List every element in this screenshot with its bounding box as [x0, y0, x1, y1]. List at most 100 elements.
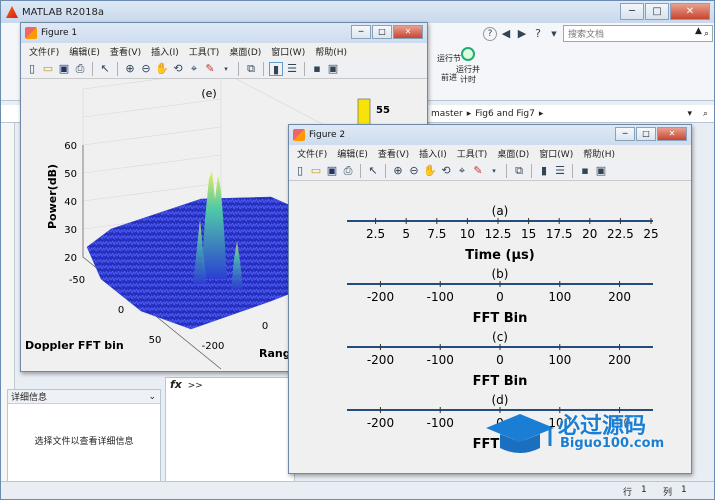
close-button[interactable]: ✕	[670, 3, 710, 20]
figure1-menu-item[interactable]: 窗口(W)	[271, 45, 305, 58]
tick-label: -100	[427, 353, 454, 367]
search-docs-label: 搜索文档	[568, 30, 605, 40]
dropdown-icon[interactable]: ▼	[547, 27, 561, 41]
figure1-titlebar[interactable]: Figure 1 ─ □ ✕	[21, 23, 427, 43]
help-dropdown-icon[interactable]: ?	[531, 27, 545, 41]
status-col-label: 列	[663, 488, 673, 498]
pointer-icon[interactable]: ↖	[98, 62, 112, 76]
subplot-title: (c)	[492, 330, 508, 344]
run-time-icon	[461, 47, 475, 61]
figure1-menu-item[interactable]: 编辑(E)	[69, 45, 100, 58]
hide-plot-tools-icon[interactable]: ▪	[310, 62, 324, 76]
figure2-menu-item[interactable]: 帮助(H)	[583, 147, 615, 160]
print-icon[interactable]: ⎙	[73, 62, 87, 76]
back-icon[interactable]: ◀	[499, 27, 513, 41]
brush-dropdown-icon[interactable]: ▾	[219, 62, 233, 76]
zoom-out-icon[interactable]: ⊖	[139, 62, 153, 76]
path-part1[interactable]: master	[431, 109, 463, 119]
pointer-icon[interactable]: ↖	[366, 164, 380, 178]
help-icon[interactable]: ?	[483, 26, 497, 41]
tick-label: 200	[608, 290, 631, 304]
status-col: 1	[681, 485, 687, 495]
subplot-title: (b)	[492, 267, 509, 281]
figure2-titlebar[interactable]: Figure 2 ─ □ ✕	[289, 125, 691, 145]
save-icon[interactable]: ▣	[325, 164, 339, 178]
path-search-icon[interactable]: ⌕	[703, 109, 708, 119]
figure2-menu-item[interactable]: 插入(I)	[419, 147, 447, 160]
ribbon-expand-icon[interactable]: ▲	[695, 26, 702, 36]
figure1-menu-item[interactable]: 插入(I)	[151, 45, 179, 58]
figure1-ylabel: Doppler FFT bin	[25, 339, 124, 352]
command-window[interactable]: fx >>	[165, 377, 295, 497]
data-cursor-icon[interactable]: ⌖	[455, 164, 469, 178]
legend-icon[interactable]: ☰	[553, 164, 567, 178]
link-plot-icon[interactable]: ⧉	[512, 164, 526, 178]
zoom-in-icon[interactable]: ⊕	[123, 62, 137, 76]
figure2-minimize-button[interactable]: ─	[615, 127, 635, 141]
tick-label: -200	[367, 353, 394, 367]
open-file-icon[interactable]: ▭	[309, 164, 323, 178]
tick-label: 10	[460, 227, 475, 241]
figure1-maximize-button[interactable]: □	[372, 25, 392, 39]
figure2-maximize-button[interactable]: □	[636, 127, 656, 141]
new-figure-icon[interactable]: ▯	[25, 62, 39, 76]
zoom-in-icon[interactable]: ⊕	[391, 164, 405, 178]
brush-icon[interactable]: ✎	[471, 164, 485, 178]
path-part2[interactable]: Fig6 and Fig7	[475, 109, 535, 119]
pan-icon[interactable]: ✋	[423, 164, 437, 178]
hide-plot-tools-icon[interactable]: ▪	[578, 164, 592, 178]
search-docs-input[interactable]: 搜索文档 ⌕	[563, 25, 713, 42]
figure1-minimize-button[interactable]: ─	[351, 25, 371, 39]
figure2-menu-item[interactable]: 查看(V)	[378, 147, 409, 160]
subplot[interactable]: (a) 2.5 5 7.5 10 12.5 15 17.5 20 22.5 25 Time (μs)	[347, 204, 659, 263]
figure2-menu-item[interactable]: 桌面(D)	[497, 147, 529, 160]
maximize-button[interactable]: □	[645, 3, 669, 20]
subplot[interactable]: (c) -200 -100 0 100 200 FFT Bin	[347, 330, 653, 389]
xtick: -200	[202, 341, 225, 352]
colorbar-icon[interactable]: ▮	[269, 61, 283, 76]
figure1-menu-item[interactable]: 工具(T)	[189, 45, 220, 58]
colorbar-icon[interactable]: ▮	[537, 164, 551, 178]
tick-label: 12.5	[485, 227, 512, 241]
pan-icon[interactable]: ✋	[155, 62, 169, 76]
details-collapse-icon[interactable]: ⌄	[148, 392, 156, 402]
zoom-out-icon[interactable]: ⊖	[407, 164, 421, 178]
figure1-title: Figure 1	[41, 28, 78, 38]
print-icon[interactable]: ⎙	[341, 164, 355, 178]
tick-label: 2.5	[366, 227, 385, 241]
figure1-plot-title: (e)	[201, 87, 216, 100]
figure2-menu-item[interactable]: 窗口(W)	[539, 147, 573, 160]
figure2-close-button[interactable]: ✕	[657, 127, 687, 141]
rotate-icon[interactable]: ⟲	[439, 164, 453, 178]
matlab-titlebar: MATLAB R2018a ─ □ ✕	[1, 1, 714, 23]
figure2-menu-item[interactable]: 编辑(E)	[337, 147, 368, 160]
figure1-menu-item[interactable]: 文件(F)	[29, 45, 59, 58]
subplot-xlabel: FFT Bin	[473, 311, 528, 326]
status-row-label: 行	[623, 488, 633, 498]
new-figure-icon[interactable]: ▯	[293, 164, 307, 178]
figure2-menu-item[interactable]: 文件(F)	[297, 147, 327, 160]
subplot[interactable]: (b) -200 -100 0 100 200 FFT Bin	[347, 267, 653, 326]
figure1-menu-item[interactable]: 帮助(H)	[315, 45, 347, 58]
colorbar-tick: 55	[376, 105, 390, 116]
brush-dropdown-icon[interactable]: ▾	[487, 164, 501, 178]
figure1-close-button[interactable]: ✕	[393, 25, 423, 39]
show-plot-tools-icon[interactable]: ▣	[594, 164, 608, 178]
tick-label: -200	[367, 416, 394, 430]
figure2-menu-item[interactable]: 工具(T)	[457, 147, 488, 160]
figure1-menu-item[interactable]: 查看(V)	[110, 45, 141, 58]
run-and-time-button[interactable]: 运行并 计时	[453, 47, 483, 85]
legend-icon[interactable]: ☰	[285, 62, 299, 76]
show-plot-tools-icon[interactable]: ▣	[326, 62, 340, 76]
path-dropdown-icon[interactable]: ▾	[687, 109, 692, 119]
figure1-menu-item[interactable]: 桌面(D)	[229, 45, 261, 58]
save-icon[interactable]: ▣	[57, 62, 71, 76]
open-file-icon[interactable]: ▭	[41, 62, 55, 76]
rotate-icon[interactable]: ⟲	[171, 62, 185, 76]
brush-icon[interactable]: ✎	[203, 62, 217, 76]
data-cursor-icon[interactable]: ⌖	[187, 62, 201, 76]
forward-icon[interactable]: ▶	[515, 27, 529, 41]
ztick: 20	[64, 253, 77, 264]
link-plot-icon[interactable]: ⧉	[244, 62, 258, 76]
minimize-button[interactable]: ─	[620, 3, 644, 20]
